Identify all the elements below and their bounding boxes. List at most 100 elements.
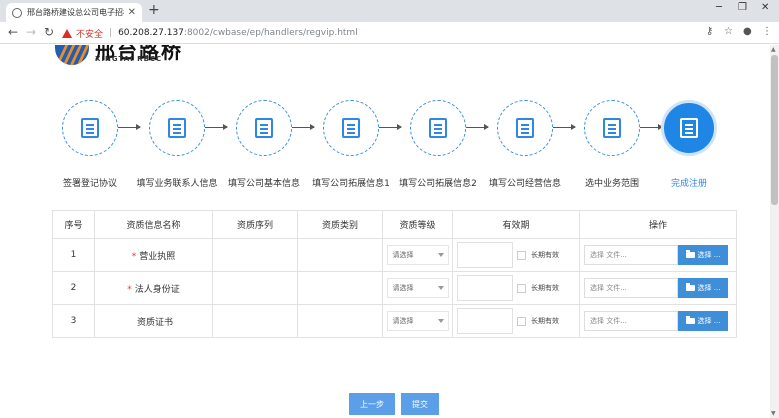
- category-cell: [297, 238, 383, 272]
- file-input[interactable]: 选择 文件...: [584, 245, 678, 265]
- star-icon[interactable]: ☆: [724, 26, 733, 37]
- validity-date-input[interactable]: [457, 275, 513, 301]
- insecure-label: 不安全: [76, 29, 104, 40]
- row-no: 3: [52, 304, 95, 338]
- long-term-checkbox[interactable]: [517, 283, 526, 293]
- scroll-thumb[interactable]: [771, 55, 778, 205]
- category-cell: [297, 271, 383, 305]
- validity-date-input[interactable]: [457, 242, 513, 268]
- validity-cell: 长期有效: [452, 304, 580, 338]
- grade-select[interactable]: 请选择: [386, 245, 449, 265]
- table-row: 1 * 营业执照 请选择 长期有效 选择 文件... 选择 ...: [52, 238, 737, 272]
- grade-cell: 请选择: [382, 304, 453, 338]
- tab-title: 邢台路桥建设总公司电子招标采...: [27, 8, 124, 17]
- validity-cell: 长期有效: [452, 271, 580, 305]
- operation-cell: 选择 文件... 选择 ...: [579, 238, 737, 272]
- scroll-down-icon[interactable]: ▼: [771, 410, 776, 417]
- file-input[interactable]: 选择 文件...: [584, 278, 678, 298]
- address-bar: ← → ↻ 不安全 | 60.208.27.137:8002/cwbase/ep…: [0, 22, 779, 44]
- grade-select[interactable]: 请选择: [386, 311, 449, 331]
- document-check-icon: [661, 100, 717, 156]
- new-tab-icon[interactable]: +: [148, 2, 160, 18]
- folder-icon: [685, 316, 695, 324]
- reload-icon[interactable]: ↻: [44, 25, 54, 39]
- logo-en-text: XINGTAI RBCC: [95, 55, 163, 63]
- key-icon[interactable]: ⚷: [706, 26, 713, 37]
- step-arrow: [379, 124, 402, 130]
- file-select-button[interactable]: 选择 ...: [678, 278, 728, 298]
- long-term-checkbox[interactable]: [517, 316, 526, 326]
- step-arrow: [466, 124, 489, 130]
- caret-down-icon: [437, 253, 444, 257]
- page-content: 邢台路桥 XINGTAI RBCC 签署登记协议 填写业务联系人信息 填写公司基…: [0, 45, 770, 418]
- table-row: 3 资质证书 请选择 长期有效 选择 文件... 选择 ...: [52, 304, 737, 338]
- logo-mark-icon: [55, 45, 89, 65]
- select-placeholder: 请选择: [392, 251, 414, 259]
- sequence-cell: [212, 238, 298, 272]
- step-arrow: [640, 124, 663, 130]
- step-arrow: [553, 124, 576, 130]
- page-scrollbar[interactable]: ▲ ▼: [770, 45, 779, 418]
- close-tab-icon[interactable]: ✕: [128, 7, 136, 18]
- header-no: 序号: [52, 210, 95, 239]
- scroll-up-icon[interactable]: ▲: [771, 46, 776, 53]
- file-button-label: 选择 ...: [697, 251, 721, 259]
- building-icon: [410, 100, 466, 156]
- building-icon: [236, 100, 292, 156]
- select-placeholder: 请选择: [392, 284, 414, 292]
- url-path: :8002/cwbase/ep/handlers/regvip.html: [183, 28, 358, 38]
- file-select-button[interactable]: 选择 ...: [678, 245, 728, 265]
- required-mark: *: [131, 251, 137, 262]
- url-field[interactable]: 不安全 | 60.208.27.137:8002/cwbase/ep/handl…: [62, 24, 702, 42]
- validity-cell: 长期有效: [452, 238, 580, 272]
- qualification-table: 序号 资质信息名称 资质序列 资质类别 资质等级 有效期 操作 1 * 营业执照 …: [52, 210, 737, 338]
- folder-icon: [685, 283, 695, 291]
- row-name: * 营业执照: [94, 238, 213, 272]
- menu-icon[interactable]: ⋮: [762, 26, 772, 37]
- long-term-checkbox[interactable]: [517, 250, 526, 260]
- long-term-label: 长期有效: [531, 251, 559, 259]
- sequence-cell: [212, 304, 298, 338]
- browser-tab[interactable]: 邢台路桥建设总公司电子招标采... ✕: [6, 3, 142, 22]
- table-row: 2 * 法人身份证 请选择 长期有效 选择 文件... 选择 ...: [52, 271, 737, 305]
- back-icon[interactable]: ←: [8, 25, 18, 39]
- building-icon: [323, 100, 379, 156]
- submit-button[interactable]: 提交: [401, 393, 439, 415]
- document-sign-icon: [62, 100, 118, 156]
- caret-down-icon: [437, 319, 444, 323]
- validity-date-input[interactable]: [457, 308, 513, 334]
- restore-icon[interactable]: ❐: [738, 2, 747, 13]
- minimize-icon[interactable]: ─: [716, 2, 722, 13]
- row-no: 2: [52, 271, 95, 305]
- header-grade: 资质等级: [382, 210, 453, 239]
- step-label: 完成注册: [670, 179, 707, 189]
- registration-steps: 签署登记协议 填写业务联系人信息 填写公司基本信息 填写公司拓展信息1 填写公司…: [0, 100, 770, 200]
- warning-icon: [62, 28, 72, 38]
- scope-icon: [584, 100, 640, 156]
- window-close-icon[interactable]: ✕: [761, 2, 769, 13]
- header-name: 资质信息名称: [94, 210, 213, 239]
- row-name: 资质证书: [94, 304, 213, 338]
- row-name-text: 资质证书: [136, 317, 173, 328]
- chart-board-icon: [497, 100, 553, 156]
- forward-icon[interactable]: →: [26, 25, 36, 39]
- step-arrow: [118, 124, 141, 130]
- operation-cell: 选择 文件... 选择 ...: [579, 304, 737, 338]
- file-select-button[interactable]: 选择 ...: [678, 311, 728, 331]
- grade-select[interactable]: 请选择: [386, 278, 449, 298]
- grade-cell: 请选择: [382, 238, 453, 272]
- file-input[interactable]: 选择 文件...: [584, 311, 678, 331]
- table-header-row: 序号 资质信息名称 资质序列 资质类别 资质等级 有效期 操作: [52, 210, 737, 239]
- grade-cell: 请选择: [382, 271, 453, 305]
- account-icon[interactable]: ●: [743, 26, 752, 37]
- caret-down-icon: [437, 286, 444, 290]
- sequence-cell: [212, 271, 298, 305]
- prev-step-button[interactable]: 上一步: [349, 393, 395, 415]
- contact-book-icon: [149, 100, 205, 156]
- operation-cell: 选择 文件... 选择 ...: [579, 271, 737, 305]
- file-button-label: 选择 ...: [697, 284, 721, 292]
- header-category: 资质类别: [297, 210, 383, 239]
- globe-icon: [12, 7, 22, 18]
- category-cell: [297, 304, 383, 338]
- long-term-label: 长期有效: [531, 317, 559, 325]
